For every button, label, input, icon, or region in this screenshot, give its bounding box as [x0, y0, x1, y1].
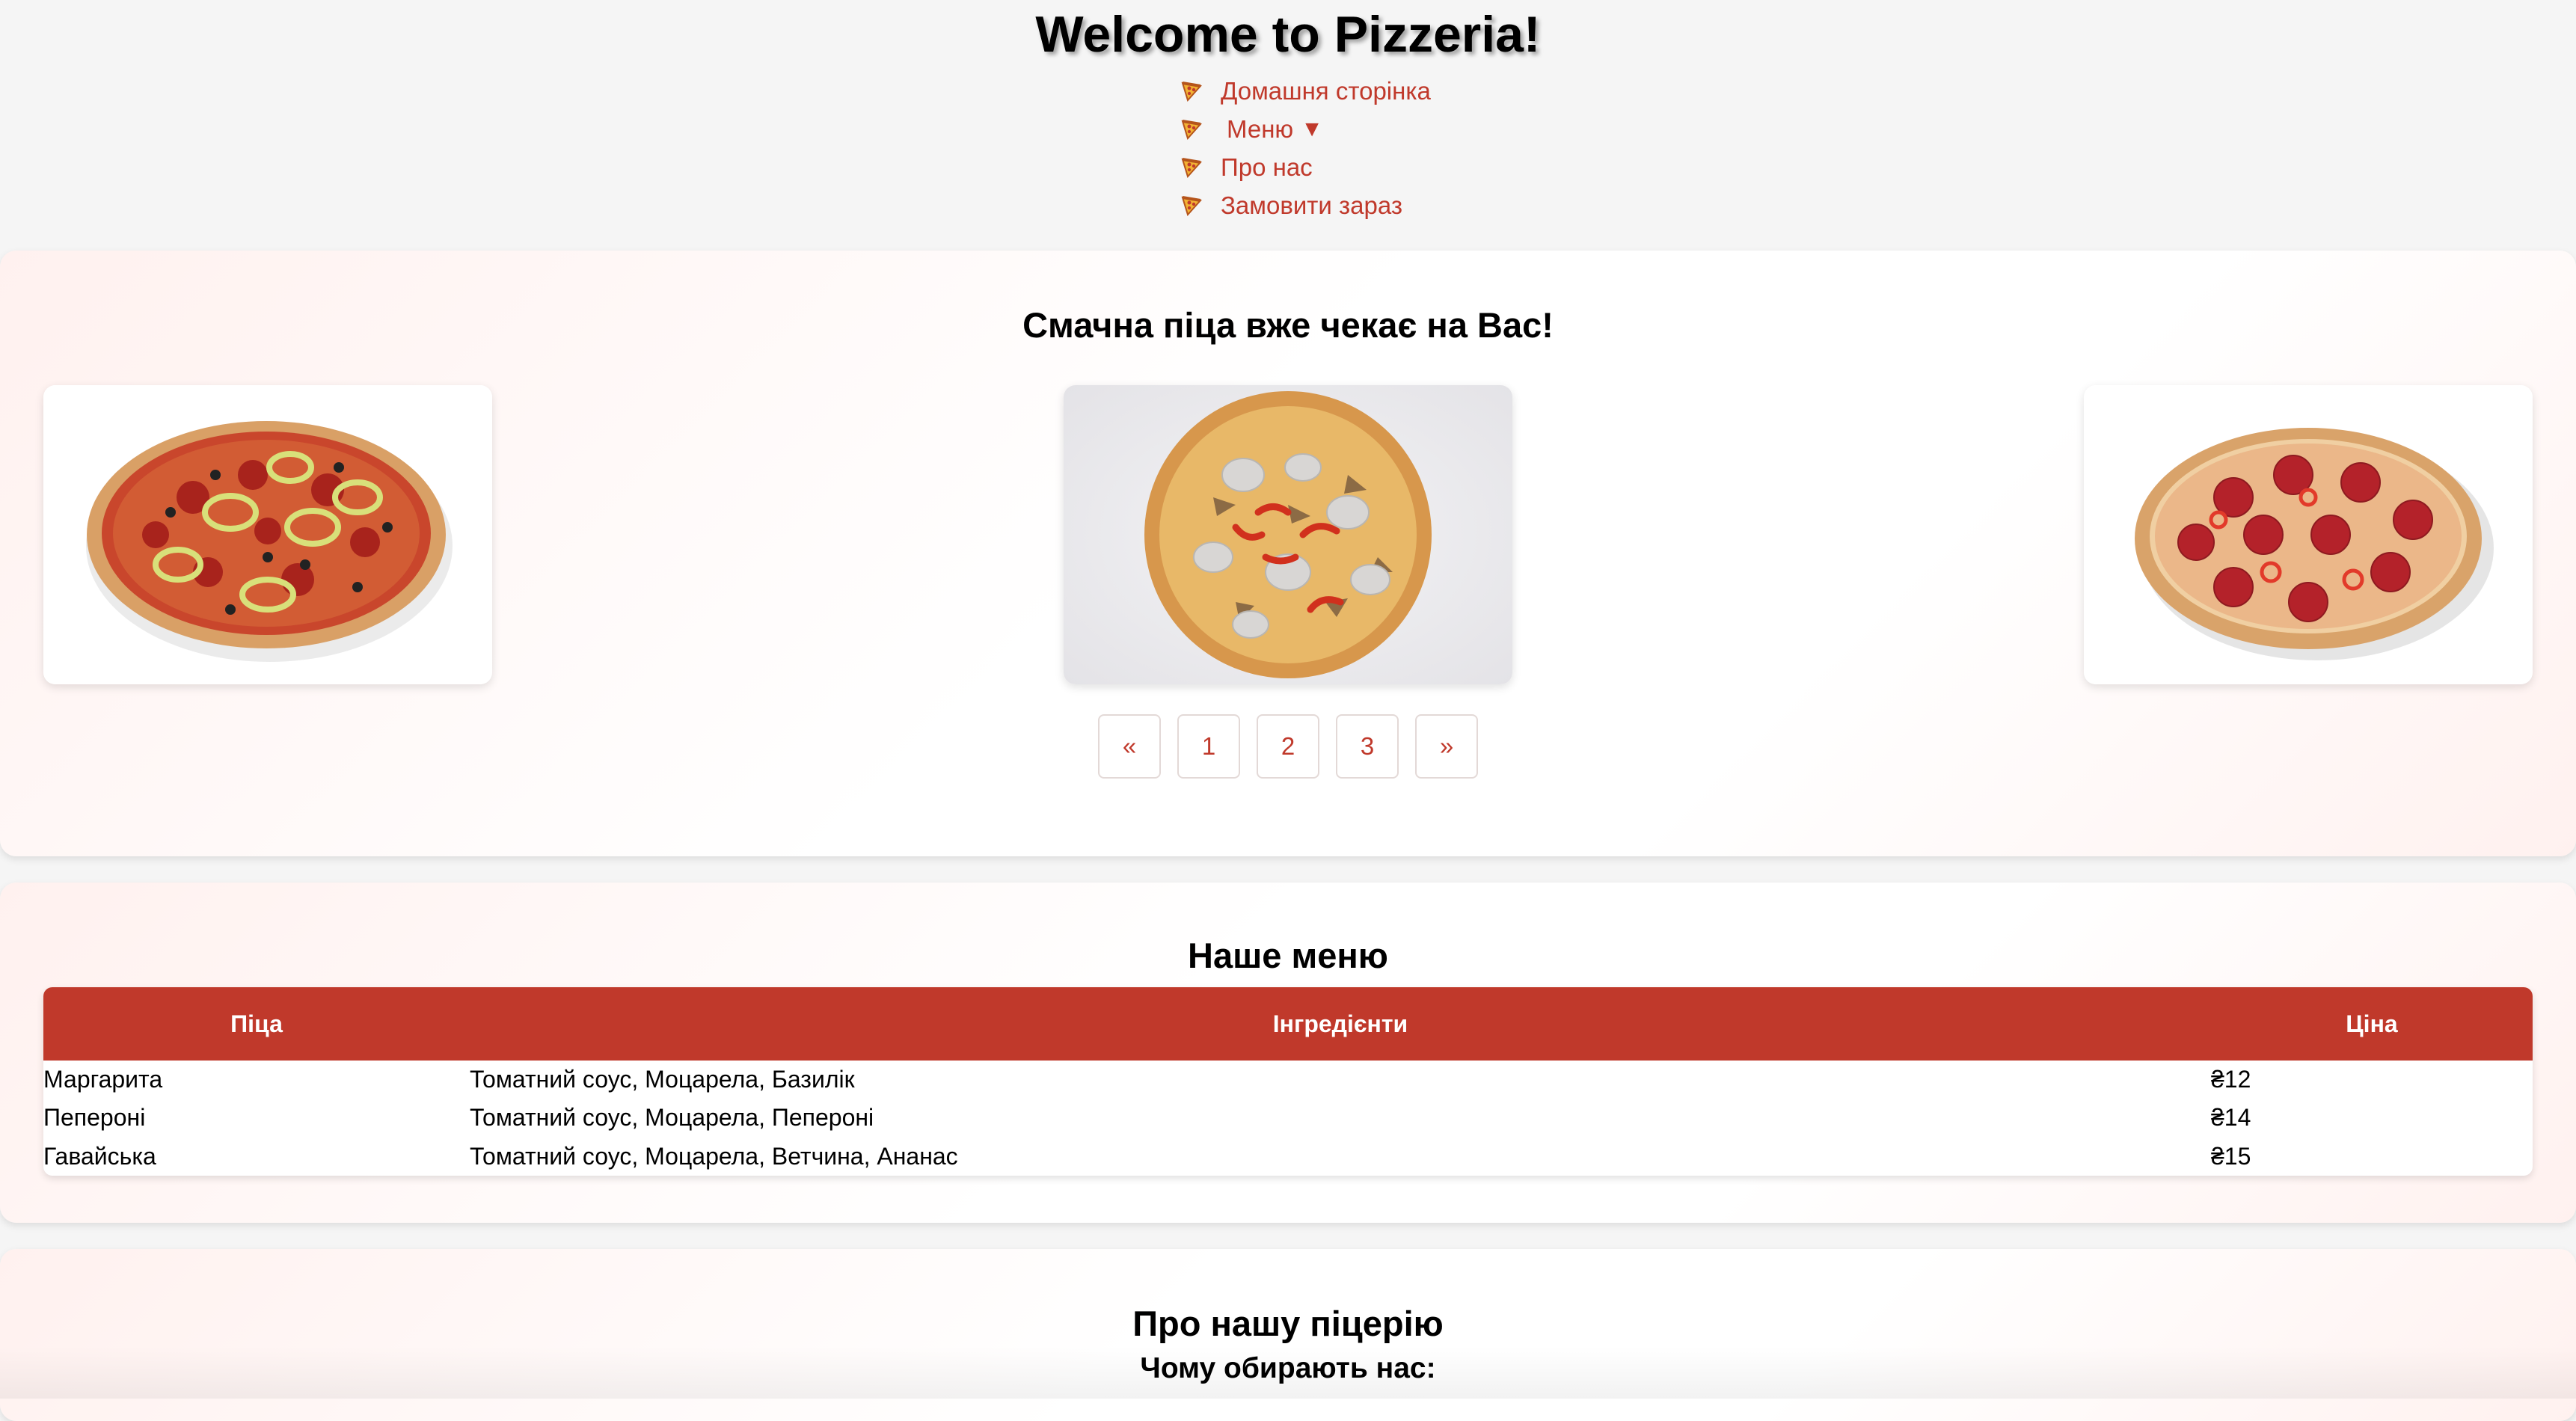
- pizza-ingredients: Томатний соус, Моцарела, Пепероні: [470, 1104, 874, 1132]
- nav-item-about[interactable]: Про нас: [1180, 149, 1313, 186]
- menu-table: Піца Інгредієнти Ціна Маргарита Томатний…: [43, 987, 2533, 1176]
- nav-item-label: Домашня сторінка: [1221, 77, 1431, 105]
- site-title: Welcome to Pizzeria!: [1035, 6, 1541, 63]
- table-row: Маргарита Томатний соус, Моцарела, Базил…: [43, 1061, 2533, 1099]
- pizza-pepperoni-image[interactable]: [2084, 385, 2533, 684]
- nav-item-menu[interactable]: Меню ▼: [1180, 111, 1323, 148]
- pizza-icon: [1180, 118, 1203, 141]
- pizza-icon: [1180, 194, 1203, 217]
- about-section: Про нашу піцерію Чому обирають нас:: [0, 1249, 2576, 1421]
- carousel-next-button[interactable]: »: [1415, 714, 1478, 779]
- nav-item-home[interactable]: Домашня сторінка: [1180, 73, 1431, 110]
- carousel-page-3-button[interactable]: 3: [1336, 714, 1399, 779]
- table-header-row: Піца Інгредієнти Ціна: [43, 987, 2533, 1061]
- site-header: Welcome to Pizzeria! Домашня сторінка Ме…: [0, 0, 2576, 250]
- pizza-price: ₴15: [2211, 1142, 2251, 1170]
- column-header-ingredients: Інгредієнти: [1272, 1010, 1408, 1037]
- table-row: Пепероні Томатний соус, Моцарела, Пеперо…: [43, 1099, 2533, 1137]
- about-title: Про нашу піцерію: [1132, 1304, 1444, 1343]
- pizza-icon: [1180, 156, 1203, 179]
- pizza-ingredients: Томатний соус, Моцарела, Ветчина, Ананас: [470, 1142, 958, 1170]
- column-header-pizza: Піца: [230, 1010, 283, 1037]
- pizza-name: Маргарита: [43, 1066, 163, 1093]
- nav-item-label: Замовити зараз: [1221, 191, 1402, 219]
- pizza-vegetable-image[interactable]: [43, 385, 492, 684]
- pizza-name: Пепероні: [43, 1104, 146, 1132]
- carousel-page-1-button[interactable]: 1: [1177, 714, 1240, 779]
- carousel-page-2-button[interactable]: 2: [1257, 714, 1319, 779]
- caret-down-icon: ▼: [1301, 117, 1323, 141]
- pizza-price: ₴12: [2211, 1066, 2251, 1093]
- carousel-prev-button[interactable]: «: [1098, 714, 1161, 779]
- carousel-title: Смачна піца вже чекає на Вас!: [1022, 305, 1554, 345]
- pizza-price: ₴14: [2211, 1104, 2251, 1132]
- table-row: Гавайська Томатний соус, Моцарела, Ветчи…: [43, 1138, 2533, 1176]
- column-header-price: Ціна: [2346, 1010, 2398, 1037]
- nav-item-label: Про нас: [1221, 153, 1313, 181]
- menu-title: Наше меню: [1188, 936, 1388, 975]
- pizza-ingredients: Томатний соус, Моцарела, Базилік: [470, 1066, 855, 1093]
- nav-item-order[interactable]: Замовити зараз: [1180, 187, 1402, 224]
- nav-item-label: Меню: [1227, 115, 1294, 143]
- pizza-name: Гавайська: [43, 1142, 156, 1170]
- about-subtitle: Чому обирають нас:: [1140, 1352, 1436, 1384]
- pizza-mushroom-image[interactable]: [1064, 385, 1512, 684]
- pizza-icon: [1180, 80, 1203, 102]
